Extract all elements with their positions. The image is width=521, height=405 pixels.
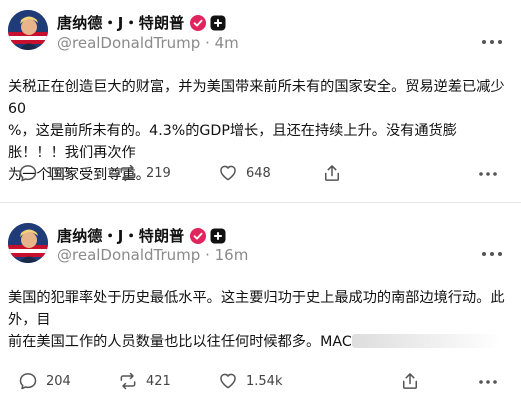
handle[interactable]: @realDonaldTrump (57, 34, 200, 52)
handle[interactable]: @realDonaldTrump (57, 246, 200, 264)
action-bar: 103 219 648 (0, 163, 521, 187)
timestamp: 4m (214, 34, 239, 52)
post-card[interactable]: 唐纳德・J・特朗普 @realDonaldTrump · 4m 关税正在创造巨大… (0, 0, 521, 203)
post-text-line-content: 前在美国工作的人员数量也比以往任何时候都多。MAC (8, 334, 352, 350)
like-button[interactable]: 648 (218, 163, 271, 183)
post-text-line: 关税正在创造巨大的财富，并为美国带来前所未有的国家安全。贸易逆差已减少60 (8, 79, 505, 117)
reply-button[interactable]: 103 (18, 163, 71, 183)
share-icon (325, 165, 339, 181)
timestamp: 16m (214, 246, 249, 264)
plus-badge-icon (210, 15, 226, 30)
verified-icon (190, 227, 207, 244)
verified-icon (190, 14, 207, 31)
reply-icon (19, 373, 37, 390)
like-button[interactable]: 1.54k (218, 371, 282, 391)
more-icon[interactable] (481, 38, 503, 46)
post-text-line: %，这是前所未有的。4.3%的GDP增长，且还在持续上升。没有通货膨胀！！！我们… (8, 123, 457, 161)
share-icon (403, 373, 417, 389)
reply-icon (19, 165, 37, 182)
like-icon (220, 165, 236, 181)
post-text-line: 前在美国工作的人员数量也比以往任何时候都多。MAC (8, 331, 508, 353)
share-button[interactable] (322, 163, 342, 183)
repost-icon (120, 372, 136, 390)
time-separator: · (200, 246, 215, 264)
like-icon (220, 373, 236, 389)
repost-button[interactable]: 219 (118, 163, 171, 183)
handle-row: @realDonaldTrump · 4m (57, 34, 239, 52)
reply-count: 204 (46, 373, 71, 389)
post-text-line: 美国的犯罪率处于历史最低水平。这主要归功于史上最成功的南部边境行动。此外，目 (8, 290, 505, 328)
reply-button[interactable]: 204 (18, 371, 71, 391)
author-name[interactable]: 唐纳德・J・特朗普 (57, 12, 184, 33)
more-icon[interactable] (478, 379, 498, 385)
handle-row: @realDonaldTrump · 16m (57, 246, 248, 264)
like-count: 1.54k (246, 373, 283, 389)
more-icon[interactable] (478, 171, 498, 177)
post-text: 美国的犯罪率处于历史最低水平。这主要归功于史上最成功的南部边境行动。此外，目 前… (8, 287, 508, 353)
plus-badge-icon (210, 228, 226, 243)
action-bar: 204 421 1.54k (0, 371, 521, 395)
reply-count: 103 (46, 165, 71, 181)
time-separator: · (200, 34, 215, 52)
repost-count: 219 (146, 165, 171, 181)
truncated-text-fade (351, 334, 502, 348)
more-icon[interactable] (481, 250, 503, 258)
share-button[interactable] (400, 371, 420, 391)
post-card[interactable]: 唐纳德・J・特朗普 @realDonaldTrump · 16m 美国的犯罪率处… (0, 203, 521, 405)
author-name[interactable]: 唐纳德・J・特朗普 (57, 225, 184, 246)
repost-count: 421 (146, 373, 171, 389)
avatar[interactable] (8, 10, 48, 50)
like-count: 648 (246, 165, 271, 181)
repost-icon (120, 164, 136, 182)
repost-button[interactable]: 421 (118, 371, 171, 391)
avatar[interactable] (8, 223, 48, 263)
